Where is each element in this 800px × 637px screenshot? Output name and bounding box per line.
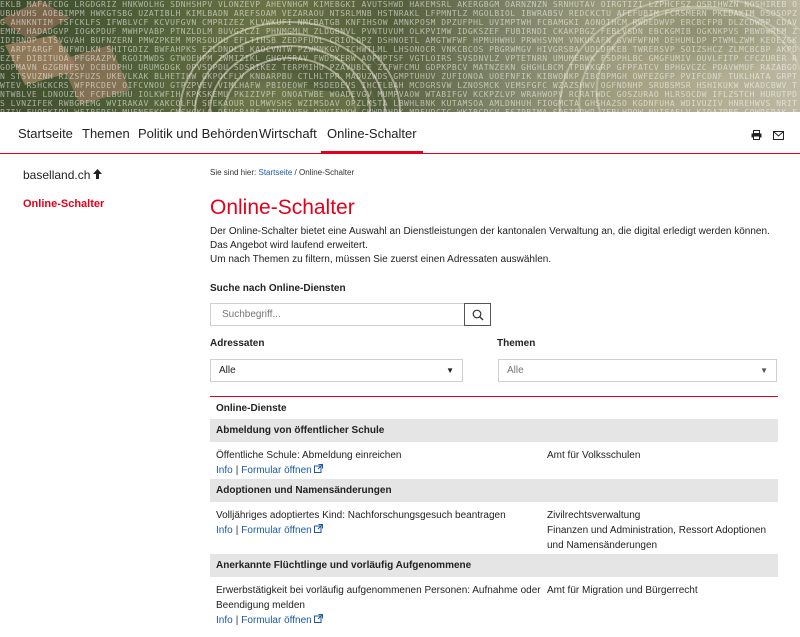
service-office: Zivilrechtsverwaltung Finanzen und Admin… [547,508,772,553]
table-row: Erwerbstätigkeit bei vorläufig aufgenomm… [210,577,778,637]
table-row: Volljähriges adoptiertes Kind: Nachforsc… [210,502,778,554]
nav-item-online-schalter[interactable]: Online-Schalter [321,112,423,154]
online-services-table: Online-Dienste Abmeldung von öffentliche… [210,396,778,637]
breadcrumb-separator: / [294,168,297,177]
caret-down-icon: ▼ [760,366,768,375]
nav-item-themen[interactable]: Themen [82,112,130,153]
external-link-icon [314,464,324,476]
service-description: Erwerbstätigkeit bei vorläufig aufgenomm… [216,585,541,611]
form-open-link[interactable]: Formular öffnen [241,464,324,476]
form-open-label: Formular öffnen [241,615,312,626]
search-label: Suche nach Online-Diensten [210,283,346,294]
themen-label: Themen [497,338,536,349]
caret-down-icon: ▼ [446,366,454,375]
breadcrumb-current: Online-Schalter [298,168,355,177]
link-separator: | [235,525,239,536]
table-row: Öffentliche Schule: Abmeldung einreichen… [210,442,778,479]
sidebar-home-label: baselland.ch [23,168,91,182]
nav-item-wirtschaft[interactable]: Wirtschaft [259,112,317,153]
table-group-header: Abmeldung von öffentlicher Schule [210,419,778,442]
adressaten-select[interactable]: Alle ▼ [210,359,463,382]
intro-text: Der Online-Schalter bietet eine Auswahl … [210,225,778,267]
sidebar-home-link[interactable]: baselland.ch [23,168,103,182]
service-office: Amt für Migration und Bürgerrecht [547,583,772,598]
form-open-label: Formular öffnen [241,465,312,476]
service-description: Volljähriges adoptiertes Kind: Nachforsc… [216,510,506,521]
arrow-up-icon [93,169,103,182]
link-separator: | [235,465,239,476]
service-office: Amt für Volksschulen [547,448,772,463]
intro-line: Das Angebot wird laufend erweitert. [210,240,368,251]
nav-item-startseite[interactable]: Startseite [18,112,73,153]
info-link[interactable]: Info [216,525,233,536]
service-links: Info | Formular öffnen [216,463,772,478]
info-link[interactable]: Info [216,615,233,626]
main-navigation: Startseite Themen Politik und Behörden W… [0,112,800,154]
search-icon [472,309,484,324]
service-description: Öffentliche Schule: Abmeldung einreichen [216,450,402,461]
page-tools [743,128,784,143]
themen-select[interactable]: Alle ▼ [498,359,777,382]
breadcrumb-prefix: Sie sind hier: [210,168,257,177]
mail-icon[interactable] [773,129,784,143]
intro-line: Der Online-Schalter bietet eine Auswahl … [210,226,770,237]
search-input[interactable] [210,303,464,326]
form-open-link[interactable]: Formular öffnen [241,524,324,536]
page-title: Online-Schalter [210,196,355,219]
intro-line: Um nach Themen zu filtern, müssen Sie zu… [210,254,552,265]
link-separator: | [235,615,239,626]
external-link-icon [314,524,324,536]
adressaten-value: Alle [219,365,236,376]
table-group-header: Adoptionen und Namensänderungen [210,479,778,502]
table-group-header: Anerkannte Flüchtlinge und vorläufig Auf… [210,554,778,577]
office-line: Amt für Volksschulen [547,450,641,461]
banner-watermark: EKLB MAFAFCDG LRGDGRIZ HNKWOLHG SDNHSHPV… [0,0,798,112]
service-links: Info | Formular öffnen [216,613,772,628]
form-open-label: Formular öffnen [241,525,312,536]
print-icon[interactable] [751,129,762,143]
table-header: Online-Dienste [216,403,287,414]
office-line: Zivilrechtsverwaltung [547,510,641,521]
office-line: Amt für Migration und Bürgerrecht [547,585,698,596]
sidebar-item-online-schalter[interactable]: Online-Schalter [23,198,104,210]
form-open-link[interactable]: Formular öffnen [241,614,324,626]
search-button[interactable] [464,303,491,326]
breadcrumb-home-link[interactable]: Startseite [258,168,292,177]
main-content: Sie sind hier: Startseite / Online-Schal… [210,168,778,626]
themen-value: Alle [507,365,524,376]
adressaten-label: Adressaten [210,338,265,349]
breadcrumb: Sie sind hier: Startseite / Online-Schal… [210,168,778,177]
header-banner-image: EKLB MAFAFCDG LRGDGRIZ HNKWOLHG SDNHSHPV… [0,0,800,112]
nav-item-politik-und-behoerden[interactable]: Politik und Behörden [138,112,258,153]
office-line: Finanzen und Administration, Ressort Ado… [547,525,767,551]
info-link[interactable]: Info [216,465,233,476]
external-link-icon [314,614,324,626]
